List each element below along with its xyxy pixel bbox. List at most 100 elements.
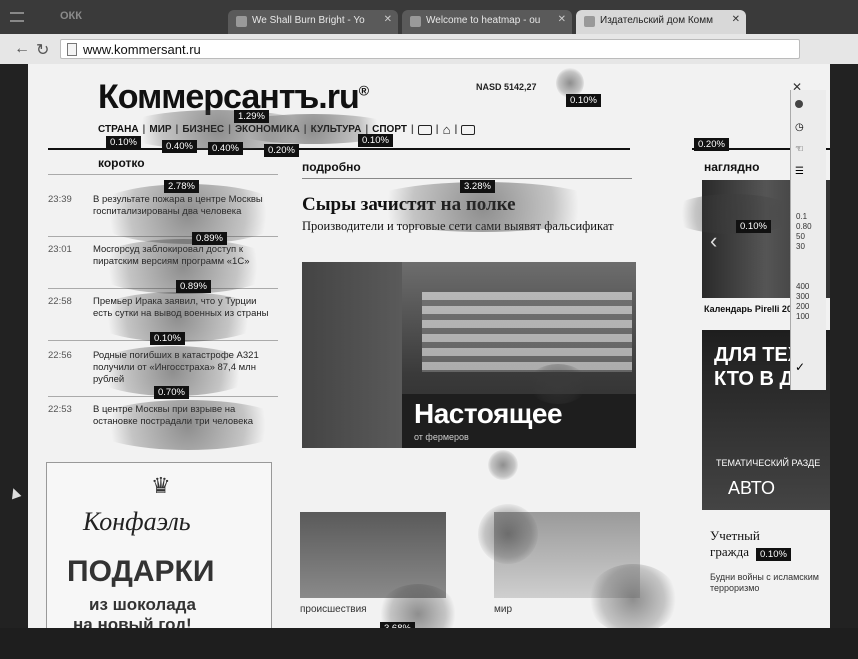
reload-icon[interactable]: ↻ — [36, 40, 49, 60]
ad-brand: Конфаэль — [83, 507, 191, 536]
browser-tabstrip: ОКК We Shall Burn Bright - Yo ✕ Welcome … — [0, 0, 858, 34]
lead-headline[interactable]: Сыры зачистят на полке — [302, 194, 516, 216]
tab-1[interactable]: We Shall Burn Bright - Yo ✕ — [228, 10, 398, 34]
heat-percent-badge: 0.10% — [736, 220, 771, 233]
column-heading-short[interactable]: коротко — [98, 156, 145, 170]
side-value: 300 — [796, 292, 810, 301]
news-item[interactable]: 22:56 Родные погибших в катастрофе A321 … — [48, 350, 278, 390]
tab-2[interactable]: Welcome to heatmap - ou ✕ — [402, 10, 572, 34]
url-field[interactable]: www.kommersant.ru — [60, 39, 800, 59]
crown-icon: ♛ — [151, 473, 171, 498]
thumb-label[interactable]: происшествия — [300, 604, 367, 615]
column-heading-detailed[interactable]: подробно — [302, 160, 361, 174]
logo-text: Коммерсантъ.ru — [98, 78, 360, 116]
news-text: Мосгорсуд заблокировал доступ к пиратски… — [93, 244, 250, 267]
news-item[interactable]: 22:58 Премьер Ирака заявил, что у Турции… — [48, 296, 278, 336]
photo-board-text: Настоящее — [414, 398, 563, 429]
heat-percent-badge: 3.28% — [460, 180, 495, 193]
side-value: 400 — [796, 282, 810, 291]
carousel-prev-icon[interactable]: ‹ — [710, 228, 717, 254]
news-time: 22:56 — [48, 350, 72, 361]
lead-subhead: Производители и торговые сети сами выявя… — [302, 219, 614, 233]
ad-headline: ПОДАРКИ — [67, 555, 215, 588]
record-icon[interactable] — [795, 100, 803, 108]
side-value: 200 — [796, 302, 810, 311]
tab-close-icon[interactable]: ✕ — [732, 14, 740, 25]
car-icon[interactable] — [417, 124, 432, 135]
browser-brand: ОКК — [60, 10, 82, 22]
story-title-line-2: гражда — [710, 544, 749, 559]
story-title-line-1: Учетный — [710, 528, 760, 543]
thumb-incidents[interactable] — [300, 512, 446, 598]
menu-icon[interactable] — [10, 12, 24, 22]
heat-percent-badge: 2.78% — [164, 180, 199, 193]
side-value: 0.1 — [796, 212, 808, 221]
divider — [48, 288, 278, 289]
divider — [48, 174, 278, 175]
auto-ad-label: АВТО — [728, 478, 775, 498]
tab-label: Издательский дом Комм — [600, 15, 713, 26]
pirelli-caption[interactable]: Календарь Pirelli 2016 — [704, 304, 802, 314]
side-value: 50 — [796, 232, 805, 241]
heat-percent-badge: 0.89% — [192, 232, 227, 245]
home-icon[interactable]: ⌂ — [443, 122, 451, 137]
news-text: В результате пожара в центре Москвы госп… — [93, 194, 263, 217]
news-item[interactable]: 23:39 В результате пожара в центре Москв… — [48, 194, 278, 234]
news-item[interactable]: 23:01 Мосгорсуд заблокировал доступ к пи… — [48, 244, 278, 284]
list-icon[interactable]: ☰ — [795, 166, 804, 177]
tab-close-icon[interactable]: ✕ — [384, 14, 392, 25]
side-value: 30 — [796, 242, 805, 251]
nav-item-culture[interactable]: КУЛЬТУРА — [311, 124, 362, 135]
heat-percent-badge: 0.10% — [756, 548, 791, 561]
heat-percent-badge: 0.10% — [566, 94, 601, 107]
web-page: Коммерсантъ.ru® NASD 5142,27 СТРАНА | МИР… — [28, 64, 830, 644]
thumb-world[interactable] — [494, 512, 640, 598]
wallet-icon[interactable] — [461, 124, 476, 135]
back-icon[interactable]: ← — [14, 40, 30, 58]
tab-3-active[interactable]: Издательский дом Комм ✕ — [576, 10, 746, 34]
nav-item-country[interactable]: СТРАНА — [98, 124, 139, 135]
clock-icon[interactable]: ◷ — [795, 122, 804, 133]
news-text: Родные погибших в катастрофе A321 получи… — [93, 350, 259, 385]
screen-frame: ОКК We Shall Burn Bright - Yo ✕ Welcome … — [0, 0, 858, 659]
check-icon[interactable]: ✓ — [795, 360, 805, 374]
news-time: 23:39 — [48, 194, 72, 205]
tab-close-icon[interactable]: ✕ — [558, 14, 566, 25]
heat-percent-badge: 0.10% — [106, 136, 141, 149]
side-value: 0.80 — [796, 222, 812, 231]
konfael-ad[interactable]: ♛ Конфаэль ПОДАРКИ из шоколада на новый … — [46, 462, 272, 644]
news-time: 22:53 — [48, 404, 72, 415]
url-text: www.kommersant.ru — [83, 42, 201, 57]
tab-favicon-icon — [584, 16, 595, 27]
cursor-icon[interactable]: ☜ — [795, 144, 804, 155]
heat-percent-badge: 0.20% — [264, 144, 299, 157]
heat-percent-badge: 0.40% — [162, 140, 197, 153]
nav-item-business[interactable]: БИЗНЕС — [182, 124, 224, 135]
photo-board-subtext: от фермеров — [414, 432, 469, 442]
heat-percent-badge: 0.40% — [208, 142, 243, 155]
story-title[interactable]: Учетный гражда — [710, 528, 760, 560]
heat-percent-badge: 0.20% — [694, 138, 729, 151]
divider — [302, 178, 632, 179]
news-item[interactable]: 22:53 В центре Москвы при взрыве на оста… — [48, 404, 278, 444]
heat-percent-badge: 0.70% — [154, 386, 189, 399]
main-nav: СТРАНА | МИР | БИЗНЕС | ЭКОНОМИКА | КУЛЬТУРА… — [98, 122, 476, 137]
side-value: 100 — [796, 312, 810, 321]
heat-percent-badge: 0.10% — [358, 134, 393, 147]
news-text: Премьер Ирака заявил, что у Турции есть … — [93, 296, 269, 319]
heat-percent-badge: 0.89% — [176, 280, 211, 293]
column-heading-visual[interactable]: наглядно — [704, 160, 759, 174]
nav-item-world[interactable]: МИР — [149, 124, 171, 135]
nav-item-economy[interactable]: ЭКОНОМИКА — [235, 124, 300, 135]
stock-ticker: NASD 5142,27 — [476, 82, 537, 92]
tab-label: Welcome to heatmap - ou — [426, 15, 541, 26]
thumb-label[interactable]: мир — [494, 604, 512, 615]
logo-mark: ® — [358, 82, 369, 99]
lead-photo[interactable]: Настоящее от фермеров — [302, 262, 636, 448]
address-bar: ← ↻ www.kommersant.ru — [0, 34, 858, 64]
heat-percent-badge: 0.10% — [150, 332, 185, 345]
news-text: В центре Москвы при взрыве на остановке … — [93, 404, 254, 427]
news-time: 23:01 — [48, 244, 72, 255]
tab-favicon-icon — [236, 16, 247, 27]
tab-label: We Shall Burn Bright - Yo — [252, 15, 365, 26]
